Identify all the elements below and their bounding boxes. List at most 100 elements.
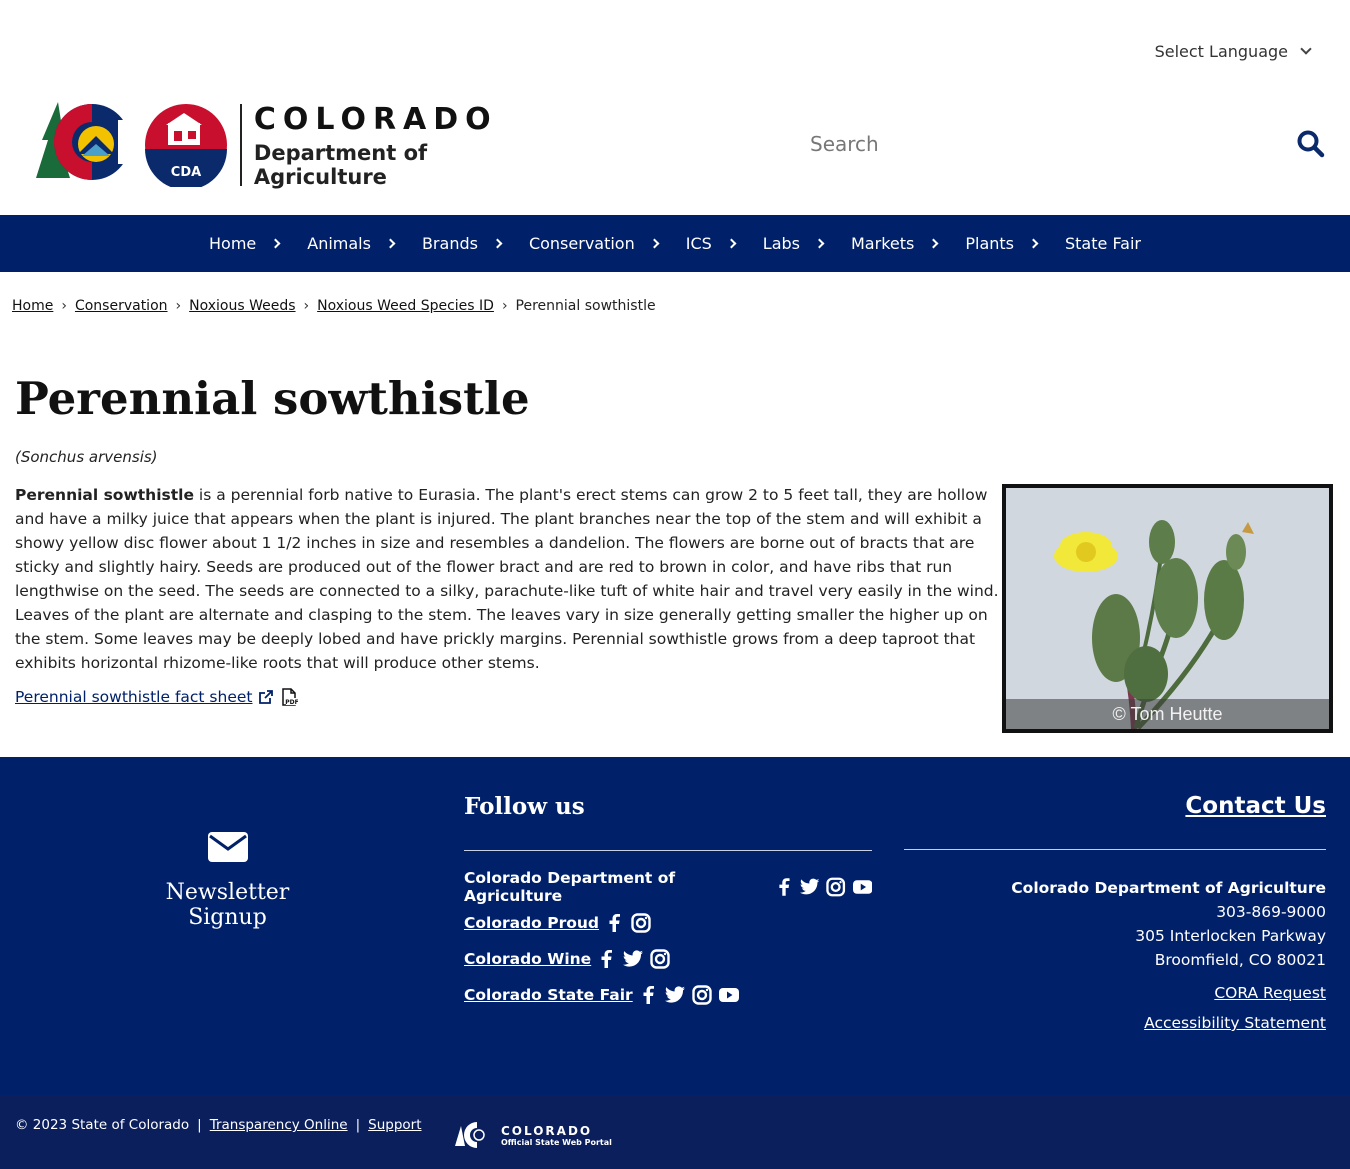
cda-seal-icon: CDA <box>145 104 227 187</box>
nav-item-animals[interactable]: Animals <box>293 215 408 272</box>
colorado-c-white-icon <box>455 1122 485 1148</box>
search-bar <box>810 124 1325 164</box>
follow-us-section: Follow us Colorado Department of Agricul… <box>464 793 873 1013</box>
species-name-bold: Perennial sowthistle <box>15 486 194 504</box>
instagram-icon[interactable] <box>691 985 712 1005</box>
breadcrumb-link-conservation[interactable]: Conservation <box>75 298 168 314</box>
bottom-bar: © 2023 State of Colorado | Transparency … <box>0 1095 1350 1169</box>
external-link-icon <box>259 690 274 704</box>
facebook-icon[interactable] <box>606 914 624 932</box>
social-org-link[interactable]: Colorado Wine <box>464 950 591 968</box>
chevron-right-icon <box>492 238 503 249</box>
contact-phone: 303-869-9000 <box>1216 903 1326 921</box>
page-title: Perennial sowthistle <box>15 372 530 425</box>
social-org-link[interactable]: Colorado Proud <box>464 914 599 932</box>
nav-label: Brands <box>421 234 478 253</box>
chevron-right-icon <box>385 238 396 249</box>
follow-divider <box>464 850 872 851</box>
nav-label: Conservation <box>528 234 635 253</box>
chevron-right-icon <box>928 238 939 249</box>
contact-address-line2: Broomfield, CO 80021 <box>1154 951 1326 969</box>
breadcrumb-separator-icon: › <box>61 298 67 314</box>
contact-us-link[interactable]: Contact Us <box>904 793 1326 819</box>
facebook-icon[interactable] <box>776 878 793 896</box>
nav-item-home[interactable]: Home <box>195 215 293 272</box>
pdf-file-icon: PDF <box>282 688 299 706</box>
nav-label: Home <box>209 234 257 253</box>
site-footer: Newsletter Signup Follow us Colorado Dep… <box>0 757 1350 1095</box>
breadcrumb-link-noxious-weeds[interactable]: Noxious Weeds <box>189 298 295 314</box>
search-icon[interactable] <box>1297 130 1325 158</box>
fact-sheet-link[interactable]: Perennial sowthistle fact sheet <box>15 688 252 706</box>
nav-item-brands[interactable]: Brands <box>408 215 515 272</box>
instagram-icon[interactable] <box>826 877 846 897</box>
state-portal-logo[interactable]: COLORADO Official State Web Portal <box>455 1120 612 1150</box>
chevron-right-icon <box>814 238 825 249</box>
transparency-online-link[interactable]: Transparency Online <box>210 1117 348 1133</box>
chevron-right-icon <box>270 238 281 249</box>
breadcrumb-separator-icon: › <box>175 298 182 314</box>
nav-label: Labs <box>762 234 800 253</box>
svg-text:PDF: PDF <box>286 699 299 706</box>
nav-item-labs[interactable]: Labs <box>749 215 837 272</box>
breadcrumb-link-species-id[interactable]: Noxious Weed Species ID <box>317 298 494 314</box>
newsletter-label: Newsletter Signup <box>165 880 290 930</box>
youtube-icon[interactable] <box>852 879 873 895</box>
facebook-icon[interactable] <box>598 950 616 968</box>
cda-badge-text: CDA <box>171 165 201 180</box>
social-row-colorado-proud: Colorado Proud <box>464 905 872 941</box>
nav-label: ICS <box>685 234 712 253</box>
social-row-state-fair: Colorado State Fair <box>464 977 872 1013</box>
nav-item-markets[interactable]: Markets <box>837 215 951 272</box>
contact-org: Colorado Department of Agriculture <box>1011 879 1326 897</box>
follow-us-title: Follow us <box>464 793 585 820</box>
colorado-c-logo-icon <box>36 102 140 180</box>
twitter-icon[interactable] <box>664 986 685 1004</box>
separator: | <box>355 1117 361 1133</box>
contact-section: Contact Us Colorado Department of Agricu… <box>904 793 1326 1032</box>
main-nav: Home Animals Brands Conservation ICS Lab… <box>0 215 1350 272</box>
copyright-text: © 2023 State of Colorado <box>15 1117 190 1133</box>
social-org-name: Colorado Department of Agriculture <box>464 869 676 905</box>
youtube-icon[interactable] <box>718 987 739 1003</box>
species-photo: © Tom Heutte <box>1002 484 1333 733</box>
separator: | <box>197 1117 202 1133</box>
sowthistle-image <box>1006 488 1329 729</box>
chevron-down-icon <box>1300 43 1312 55</box>
contact-divider <box>904 849 1326 850</box>
social-row-cda: Colorado Department of Agriculture <box>464 869 873 905</box>
logo-subtitle: Department of Agriculture <box>253 140 428 189</box>
nav-item-conservation[interactable]: Conservation <box>515 215 672 272</box>
nav-item-ics[interactable]: ICS <box>672 215 749 272</box>
instagram-icon[interactable] <box>650 949 670 969</box>
cora-request-link[interactable]: CORA Request <box>904 984 1326 1002</box>
breadcrumb: Home › Conservation › Noxious Weeds › No… <box>12 298 656 314</box>
social-row-colorado-wine: Colorado Wine <box>464 941 872 977</box>
breadcrumb-current: Perennial sowthistle <box>515 298 656 314</box>
scientific-name: (Sonchus arvensis) <box>15 448 158 466</box>
species-description: Perennial sowthistle is a perennial forb… <box>15 483 1000 675</box>
nav-item-plants[interactable]: Plants <box>951 215 1051 272</box>
twitter-icon[interactable] <box>623 950 644 968</box>
nav-label: State Fair <box>1065 234 1141 253</box>
chevron-right-icon <box>649 238 660 249</box>
nav-label: Markets <box>851 234 915 253</box>
instagram-icon[interactable] <box>631 913 651 933</box>
support-link[interactable]: Support <box>368 1117 421 1133</box>
photo-credit: © Tom Heutte <box>1006 699 1329 729</box>
social-org-link[interactable]: Colorado State Fair <box>464 986 633 1004</box>
contact-address-line1: 305 Interlocken Parkway <box>1135 927 1326 945</box>
search-input[interactable] <box>810 132 1250 156</box>
language-select-label: Select Language <box>1154 42 1288 61</box>
breadcrumb-separator-icon: › <box>501 298 508 314</box>
twitter-icon[interactable] <box>799 878 820 896</box>
language-select[interactable]: Select Language <box>1154 42 1312 61</box>
newsletter-signup[interactable]: Newsletter Signup <box>125 832 330 930</box>
breadcrumb-link-home[interactable]: Home <box>12 298 53 314</box>
portal-subtitle: Official State Web Portal <box>501 1137 612 1147</box>
accessibility-statement-link[interactable]: Accessibility Statement <box>904 1014 1326 1032</box>
facebook-icon[interactable] <box>640 986 658 1004</box>
nav-item-state-fair[interactable]: State Fair <box>1051 215 1155 272</box>
site-logo[interactable]: CDA COLORADO Department of Agriculture <box>30 100 550 190</box>
envelope-icon <box>207 832 248 862</box>
